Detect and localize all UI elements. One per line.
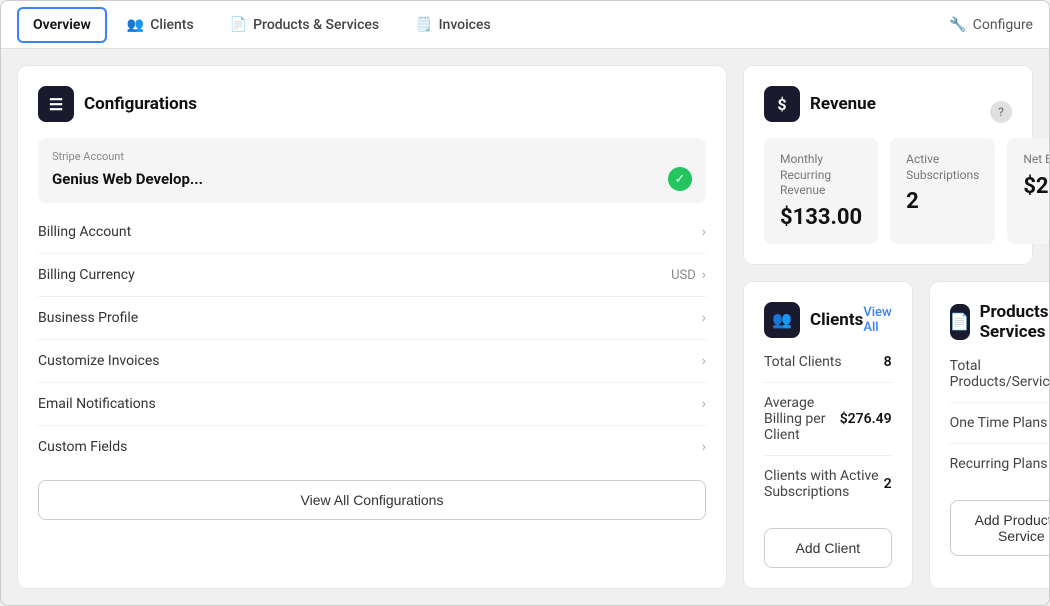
config-billing-account-label: Billing Account xyxy=(38,224,131,240)
stripe-label: Stripe Account xyxy=(52,150,692,163)
clients-card-icon: 👥 xyxy=(764,302,800,338)
configurations-panel: ☰ Configurations Stripe Account Genius W… xyxy=(17,65,727,589)
add-client-button[interactable]: Add Client xyxy=(764,528,892,568)
mrr-label: Monthly Recurring Revenue xyxy=(780,152,862,199)
stat-active-subscriptions: Clients with Active Subscriptions 2 xyxy=(764,456,892,512)
invoices-icon: 🗒️ xyxy=(415,17,432,33)
config-billing-currency-label: Billing Currency xyxy=(38,267,135,283)
stat-one-time-plans-label: One Time Plans xyxy=(950,415,1048,431)
invoices-tab-label: Invoices xyxy=(439,17,491,33)
clients-icon: 👥 xyxy=(127,17,144,33)
products-header: 📄 Products & Services View All xyxy=(950,302,1050,342)
stat-total-products: Total Products/Services 4 xyxy=(950,346,1050,403)
clients-header: 👥 Clients View All xyxy=(764,302,892,338)
config-icon: ☰ xyxy=(38,86,74,122)
tab-invoices[interactable]: 🗒️ Invoices xyxy=(399,7,507,43)
stat-avg-billing-label: Average Billing per Client xyxy=(764,395,840,443)
overview-label: Overview xyxy=(33,17,91,33)
tab-overview[interactable]: Overview xyxy=(17,7,107,43)
clients-view-all[interactable]: View All xyxy=(863,305,891,335)
add-product-button[interactable]: Add Product or Service xyxy=(950,500,1050,556)
subscriptions-label: Active Subscriptions xyxy=(906,152,979,183)
stat-total-products-label: Total Products/Services xyxy=(950,358,1050,390)
tab-products[interactable]: 📄 Products & Services xyxy=(214,7,395,43)
chevron-icon-4: › xyxy=(702,353,706,369)
chevron-icon-2: › xyxy=(702,267,706,283)
stripe-name-row: Genius Web Develop... ✓ xyxy=(52,167,692,191)
config-billing-currency-value: USD xyxy=(671,268,696,283)
config-billing-currency-right: USD › xyxy=(671,267,706,283)
stat-total-clients-value: 8 xyxy=(884,354,892,370)
configure-label: Configure xyxy=(973,17,1033,33)
products-tab-label: Products & Services xyxy=(253,17,379,33)
subscriptions-value: 2 xyxy=(906,189,979,214)
mrr-value: $133.00 xyxy=(780,205,862,230)
config-header: ☰ Configurations xyxy=(38,86,706,122)
revenue-card: $ Revenue ? Monthly Recurring Revenue $1… xyxy=(743,65,1033,265)
stat-total-clients-label: Total Clients xyxy=(764,354,842,370)
products-icon: 📄 xyxy=(230,17,247,33)
config-email-notifications-label: Email Notifications xyxy=(38,396,156,412)
tab-clients[interactable]: 👥 Clients xyxy=(111,7,210,43)
config-custom-fields[interactable]: Custom Fields › xyxy=(38,426,706,468)
clients-tab-label: Clients xyxy=(150,17,193,33)
products-card: 📄 Products & Services View All Total Pro… xyxy=(929,281,1050,589)
revenue-metrics: Monthly Recurring Revenue $133.00 Active… xyxy=(764,138,1012,244)
configure-button[interactable]: 🔧 Configure xyxy=(949,17,1033,33)
products-card-icon: 📄 xyxy=(950,304,970,340)
stat-one-time-plans: One Time Plans 2 xyxy=(950,403,1050,444)
products-title: Products & Services xyxy=(980,302,1050,342)
metric-mrr: Monthly Recurring Revenue $133.00 xyxy=(764,138,878,244)
stripe-verified-icon: ✓ xyxy=(668,167,692,191)
view-all-configurations-button[interactable]: View All Configurations xyxy=(38,480,706,520)
config-customize-invoices[interactable]: Customize Invoices › xyxy=(38,340,706,383)
stat-recurring-plans: Recurring Plans 6 xyxy=(950,444,1050,484)
config-billing-account[interactable]: Billing Account › xyxy=(38,211,706,254)
revenue-title: Revenue xyxy=(810,94,876,114)
help-icon[interactable]: ? xyxy=(990,101,1012,123)
chevron-icon-3: › xyxy=(702,310,706,326)
net-billing-value: $2,211.90 xyxy=(1023,174,1050,199)
chevron-icon: › xyxy=(702,224,706,240)
main-content: $ Revenue ? Monthly Recurring Revenue $1… xyxy=(1,49,1049,605)
revenue-card-header: $ Revenue xyxy=(764,86,876,122)
app-container: Overview 👥 Clients 📄 Products & Services… xyxy=(0,0,1050,606)
stat-active-subscriptions-label: Clients with Active Subscriptions xyxy=(764,468,884,500)
stat-active-subscriptions-value: 2 xyxy=(884,476,892,492)
stat-avg-billing: Average Billing per Client $276.49 xyxy=(764,383,892,456)
nav-tabs: Overview 👥 Clients 📄 Products & Services… xyxy=(17,7,507,43)
metric-subscriptions: Active Subscriptions 2 xyxy=(890,138,995,244)
config-custom-fields-label: Custom Fields xyxy=(38,439,127,455)
config-business-profile[interactable]: Business Profile › xyxy=(38,297,706,340)
stat-recurring-plans-label: Recurring Plans xyxy=(950,456,1048,472)
stat-avg-billing-value: $276.49 xyxy=(840,411,892,427)
stripe-account-box: Stripe Account Genius Web Develop... ✓ xyxy=(38,138,706,203)
config-business-profile-label: Business Profile xyxy=(38,310,138,326)
config-title: Configurations xyxy=(84,94,197,114)
bottom-row: 👥 Clients View All Total Clients 8 Avera… xyxy=(743,281,1033,589)
stripe-name: Genius Web Develop... xyxy=(52,170,203,188)
revenue-icon: $ xyxy=(764,86,800,122)
chevron-icon-6: › xyxy=(702,439,706,455)
stat-total-clients: Total Clients 8 xyxy=(764,342,892,383)
clients-card: 👥 Clients View All Total Clients 8 Avera… xyxy=(743,281,913,589)
chevron-icon-5: › xyxy=(702,396,706,412)
config-email-notifications[interactable]: Email Notifications › xyxy=(38,383,706,426)
nav-bar: Overview 👥 Clients 📄 Products & Services… xyxy=(1,1,1049,49)
net-billing-label: Net Billing xyxy=(1023,152,1050,168)
config-billing-currency[interactable]: Billing Currency USD › xyxy=(38,254,706,297)
metric-net-billing: Net Billing $2,211.90 xyxy=(1007,138,1050,244)
clients-title: Clients xyxy=(810,310,863,330)
configure-icon: 🔧 xyxy=(949,17,966,33)
config-customize-invoices-label: Customize Invoices xyxy=(38,353,159,369)
